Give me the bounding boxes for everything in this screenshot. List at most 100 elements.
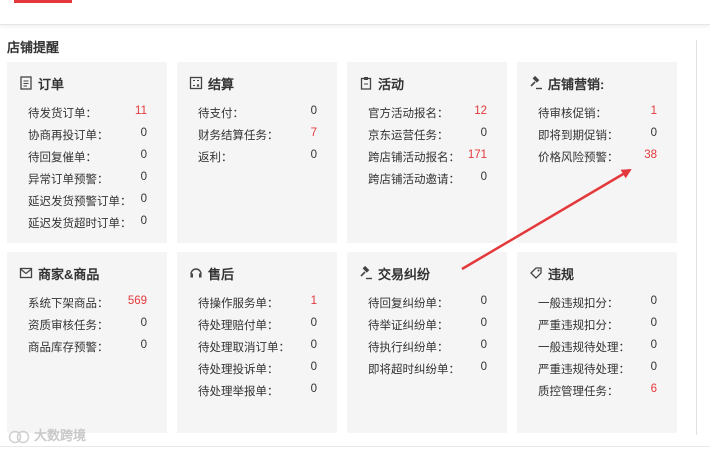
reminder-count[interactable]: 0	[141, 317, 147, 329]
reminder-count[interactable]: 0	[311, 105, 317, 117]
reminder-row[interactable]: 延迟发货预警订单： 0	[28, 193, 147, 209]
reminder-count[interactable]: 0	[481, 171, 487, 183]
reminder-label[interactable]: 返利：	[198, 149, 233, 165]
reminder-count[interactable]: 569	[128, 295, 147, 307]
reminder-label[interactable]: 即将到期促销：	[538, 127, 619, 143]
reminder-row[interactable]: 一般违规待处理： 0	[538, 339, 657, 355]
reminder-count[interactable]: 0	[481, 339, 487, 351]
reminder-count[interactable]: 0	[141, 127, 147, 139]
reminder-label[interactable]: 一般违规待处理：	[538, 339, 630, 355]
reminder-row[interactable]: 待处理投诉单： 0	[198, 361, 317, 377]
reminder-count[interactable]: 0	[311, 383, 317, 395]
reminder-row[interactable]: 价格风险预警： 38	[538, 149, 657, 165]
reminder-count[interactable]: 6	[651, 383, 657, 395]
reminder-label[interactable]: 系统下架商品：	[28, 295, 109, 311]
reminder-row[interactable]: 延迟发货超时订单： 0	[28, 215, 147, 231]
reminder-row[interactable]: 待支付： 0	[198, 105, 317, 121]
reminder-count[interactable]: 0	[651, 317, 657, 329]
reminder-label[interactable]: 跨店铺活动邀请：	[368, 171, 460, 187]
reminder-row[interactable]: 资质审核任务： 0	[28, 317, 147, 333]
reminder-row[interactable]: 待举证纠纷单： 0	[368, 317, 487, 333]
reminder-count[interactable]: 0	[651, 295, 657, 307]
reminder-label[interactable]: 跨店铺活动报名：	[368, 149, 460, 165]
reminder-row[interactable]: 跨店铺活动报名： 171	[368, 149, 487, 165]
reminder-count[interactable]: 7	[311, 127, 317, 139]
reminder-row[interactable]: 官方活动报名： 12	[368, 105, 487, 121]
reminder-row[interactable]: 协商再投订单： 0	[28, 127, 147, 143]
reminder-count[interactable]: 0	[481, 127, 487, 139]
reminder-row[interactable]: 即将超时纠纷单： 0	[368, 361, 487, 377]
reminder-row[interactable]: 跨店铺活动邀请： 0	[368, 171, 487, 187]
reminder-count[interactable]: 0	[141, 215, 147, 227]
reminder-row[interactable]: 待回复纠纷单： 0	[368, 295, 487, 311]
reminder-count[interactable]: 171	[468, 149, 487, 161]
reminder-label[interactable]: 质控管理任务：	[538, 383, 619, 399]
reminder-row[interactable]: 待执行纠纷单： 0	[368, 339, 487, 355]
reminder-label[interactable]: 待处理举报单：	[198, 383, 279, 399]
reminder-label[interactable]: 待举证纠纷单：	[368, 317, 449, 333]
reminder-count[interactable]: 0	[651, 361, 657, 373]
reminder-label[interactable]: 一般违规扣分：	[538, 295, 619, 311]
reminder-row[interactable]: 待发货订单： 11	[28, 105, 147, 121]
card-2: 活动 官方活动报名： 12 京东运营任务： 0 跨店铺活动报名： 171 跨店铺活动邀请： 0	[347, 62, 507, 243]
reminder-label[interactable]: 待处理投诉单：	[198, 361, 279, 377]
reminder-count[interactable]: 0	[141, 171, 147, 183]
reminder-count[interactable]: 1	[311, 295, 317, 307]
reminder-count[interactable]: 0	[481, 361, 487, 373]
reminder-label[interactable]: 严重违规待处理：	[538, 361, 630, 377]
reminder-label[interactable]: 京东运营任务：	[368, 127, 449, 143]
reminder-label[interactable]: 严重违规扣分：	[538, 317, 619, 333]
reminder-row[interactable]: 待处理赔付单： 0	[198, 317, 317, 333]
reminder-count[interactable]: 0	[141, 339, 147, 351]
reminder-label[interactable]: 价格风险预警：	[538, 149, 619, 165]
reminder-label[interactable]: 协商再投订单：	[28, 127, 109, 143]
reminder-count[interactable]: 11	[135, 105, 147, 117]
reminder-row[interactable]: 商品库存预警： 0	[28, 339, 147, 355]
reminder-count[interactable]: 0	[651, 339, 657, 351]
reminder-label[interactable]: 待发货订单：	[28, 105, 97, 121]
reminder-row[interactable]: 即将到期促销： 0	[538, 127, 657, 143]
reminder-row[interactable]: 严重违规扣分： 0	[538, 317, 657, 333]
reminder-count[interactable]: 0	[141, 149, 147, 161]
reminder-count[interactable]: 0	[311, 361, 317, 373]
reminder-label[interactable]: 延迟发货超时订单：	[28, 215, 132, 231]
reminder-label[interactable]: 待审核促销：	[538, 105, 607, 121]
reminder-label[interactable]: 商品库存预警：	[28, 339, 109, 355]
reminder-row[interactable]: 待处理举报单： 0	[198, 383, 317, 399]
reminder-label[interactable]: 待执行纠纷单：	[368, 339, 449, 355]
reminder-row[interactable]: 系统下架商品： 569	[28, 295, 147, 311]
reminder-row[interactable]: 待回复催单： 0	[28, 149, 147, 165]
reminder-row[interactable]: 返利： 0	[198, 149, 317, 165]
reminder-count[interactable]: 0	[311, 317, 317, 329]
reminder-count[interactable]: 1	[651, 105, 657, 117]
reminder-row[interactable]: 财务结算任务： 7	[198, 127, 317, 143]
reminder-label[interactable]: 官方活动报名：	[368, 105, 449, 121]
reminder-label[interactable]: 即将超时纠纷单：	[368, 361, 460, 377]
reminder-label[interactable]: 延迟发货预警订单：	[28, 193, 132, 209]
reminder-label[interactable]: 待处理取消订单：	[198, 339, 290, 355]
reminder-count[interactable]: 12	[474, 105, 487, 117]
reminder-label[interactable]: 异常订单预警：	[28, 171, 109, 187]
reminder-label[interactable]: 待处理赔付单：	[198, 317, 279, 333]
reminder-row[interactable]: 严重违规待处理： 0	[538, 361, 657, 377]
reminder-count[interactable]: 0	[141, 193, 147, 205]
reminder-label[interactable]: 财务结算任务：	[198, 127, 279, 143]
reminder-row[interactable]: 异常订单预警： 0	[28, 171, 147, 187]
reminder-label[interactable]: 待回复催单：	[28, 149, 97, 165]
reminder-row[interactable]: 待操作服务单： 1	[198, 295, 317, 311]
reminder-count[interactable]: 0	[651, 127, 657, 139]
reminder-row[interactable]: 一般违规扣分： 0	[538, 295, 657, 311]
reminder-count[interactable]: 0	[311, 339, 317, 351]
reminder-row[interactable]: 待处理取消订单： 0	[198, 339, 317, 355]
reminder-label[interactable]: 资质审核任务：	[28, 317, 109, 333]
reminder-label[interactable]: 待回复纠纷单：	[368, 295, 449, 311]
reminder-count[interactable]: 0	[481, 295, 487, 307]
reminder-row[interactable]: 质控管理任务： 6	[538, 383, 657, 399]
reminder-count[interactable]: 0	[481, 317, 487, 329]
reminder-row[interactable]: 京东运营任务： 0	[368, 127, 487, 143]
reminder-label[interactable]: 待支付：	[198, 105, 244, 121]
reminder-count[interactable]: 0	[311, 149, 317, 161]
reminder-count[interactable]: 38	[644, 149, 657, 161]
reminder-row[interactable]: 待审核促销： 1	[538, 105, 657, 121]
reminder-label[interactable]: 待操作服务单：	[198, 295, 279, 311]
